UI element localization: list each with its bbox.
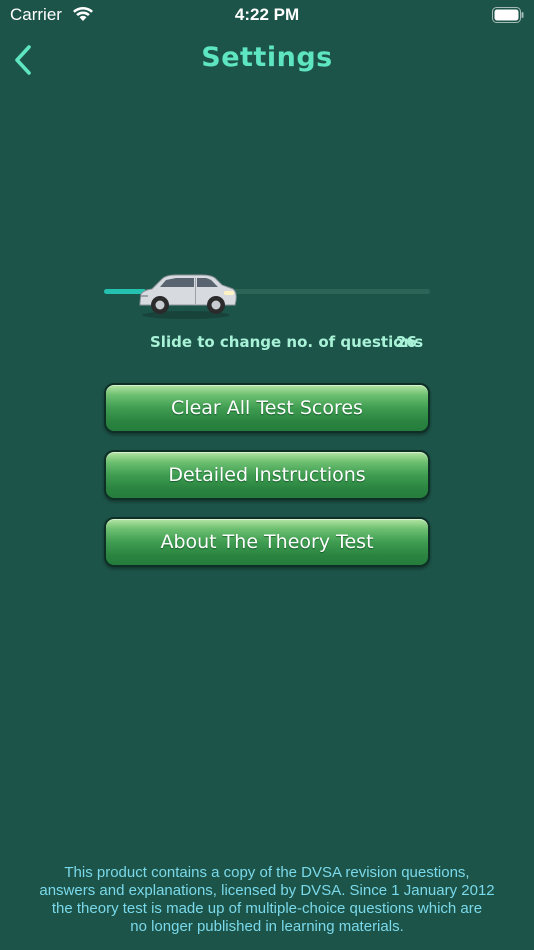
license-line: answers and explanations, licensed by DV…	[39, 882, 495, 899]
navigation-bar: Settings	[0, 30, 534, 90]
license-notice: This product contains a copy of the DVSA…	[0, 864, 534, 936]
page-title: Settings	[201, 42, 333, 73]
clear-scores-button[interactable]: Clear All Test Scores	[104, 383, 430, 433]
slider-caption: Slide to change no. of questions	[150, 333, 424, 351]
instructions-button[interactable]: Detailed Instructions	[104, 450, 430, 500]
battery-icon	[492, 7, 524, 23]
license-line: This product contains a copy of the DVSA…	[64, 864, 470, 881]
status-bar: Carrier 4:22 PM	[0, 0, 534, 30]
about-theory-test-button[interactable]: About The Theory Test	[104, 517, 430, 567]
license-line: the theory test is made up of multiple-c…	[51, 900, 483, 917]
question-count-slider[interactable]	[104, 270, 430, 320]
license-line: no longer published in learning material…	[130, 918, 404, 935]
clock: 4:22 PM	[234, 5, 300, 24]
car-icon[interactable]	[136, 270, 238, 320]
question-count-value: 26	[396, 333, 417, 351]
